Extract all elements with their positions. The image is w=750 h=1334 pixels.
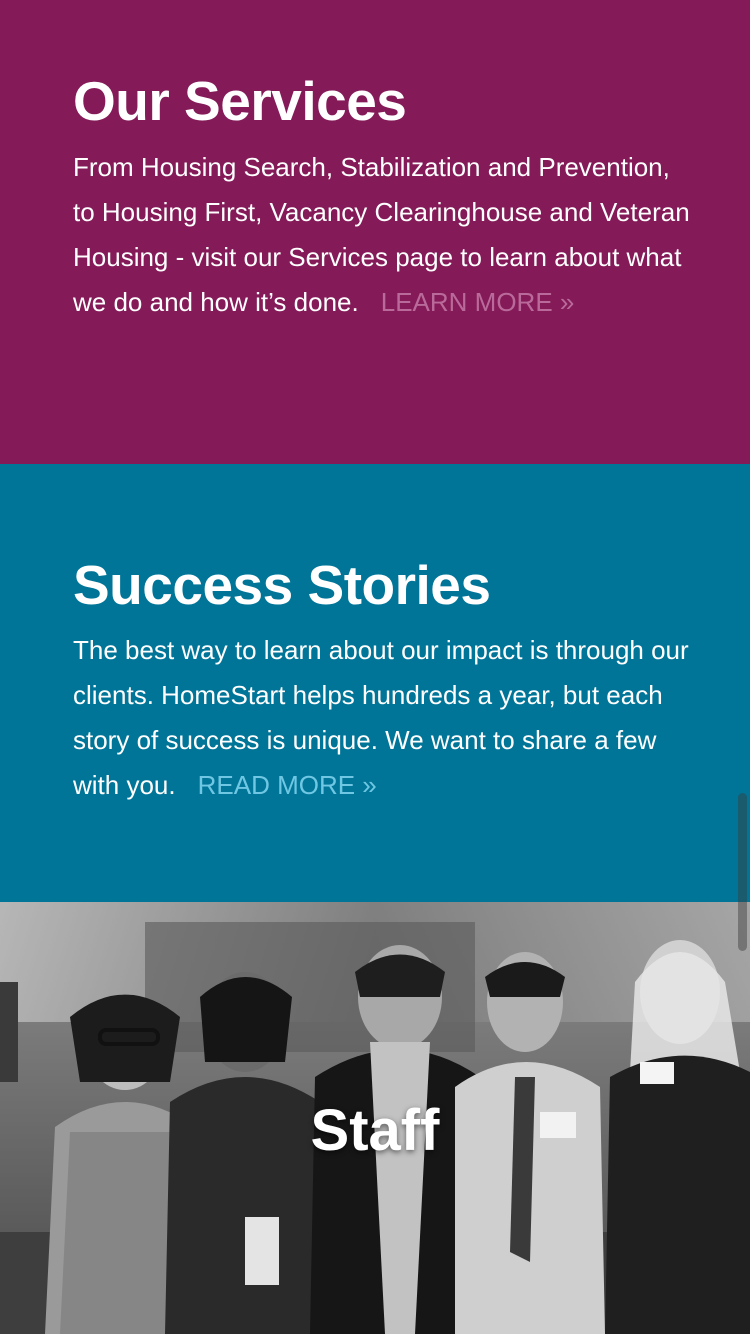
services-description: From Housing Search, Stabilization and P… bbox=[73, 145, 693, 325]
stories-heading: Success Stories bbox=[73, 554, 491, 616]
vertical-scrollbar[interactable] bbox=[738, 793, 747, 951]
services-heading: Our Services bbox=[73, 70, 407, 132]
our-services-section: Our Services From Housing Search, Stabil… bbox=[0, 0, 750, 464]
staff-heading[interactable]: Staff bbox=[0, 1102, 750, 1160]
stories-description: The best way to learn about our impact i… bbox=[73, 628, 693, 808]
learn-more-link[interactable]: LEARN MORE » bbox=[381, 287, 575, 317]
stories-body-text: The best way to learn about our impact i… bbox=[73, 635, 689, 800]
read-more-link[interactable]: READ MORE » bbox=[198, 770, 377, 800]
success-stories-section: Success Stories The best way to learn ab… bbox=[0, 464, 750, 902]
staff-section[interactable]: Staff bbox=[0, 902, 750, 1334]
